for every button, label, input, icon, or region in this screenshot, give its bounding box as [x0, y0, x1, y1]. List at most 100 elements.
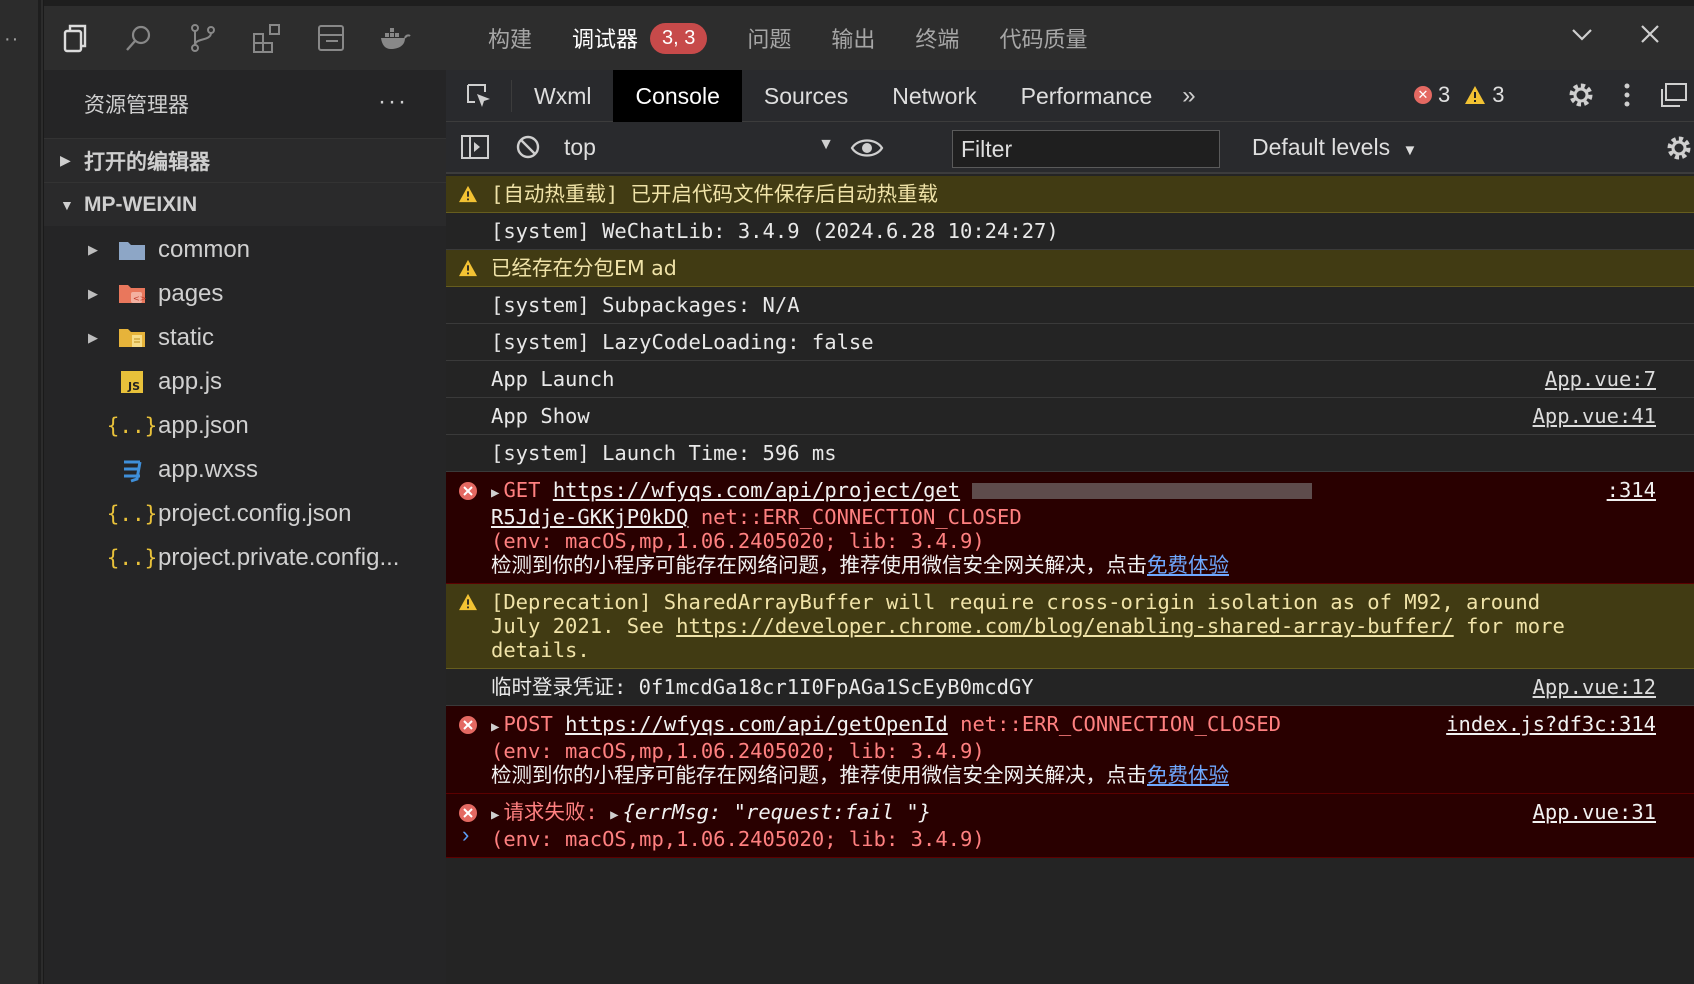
source-link[interactable]: App.vue:12	[1533, 675, 1656, 699]
undock-icon[interactable]	[1658, 80, 1688, 110]
expand-object-icon[interactable]: ▶	[610, 807, 618, 823]
gear-icon[interactable]	[1566, 80, 1596, 110]
tab-console[interactable]: Console	[613, 69, 742, 122]
source-control-icon[interactable]	[186, 21, 220, 55]
docker-icon[interactable]	[378, 21, 412, 55]
console-row: [system] LazyCodeLoading: false	[446, 324, 1694, 361]
console-row-error: ▶ POST https://wfyqs.com/api/getOpenId ne…	[446, 706, 1694, 794]
chevron-down-icon[interactable]	[1568, 20, 1596, 48]
tab-build[interactable]: 构建	[488, 22, 532, 54]
message-text: App Show	[491, 404, 590, 428]
search-icon[interactable]	[122, 21, 156, 55]
clear-console-icon[interactable]	[514, 133, 542, 161]
message-text: for more	[1453, 614, 1565, 638]
console-settings-gear-icon[interactable]	[1664, 133, 1694, 163]
source-link[interactable]: App.vue:31	[1533, 800, 1656, 824]
tree-item-static[interactable]: ▶ static	[44, 316, 446, 360]
explorer-sidebar: 资源管理器 ··· ▶ 打开的编辑器 ▼ MP-WEIXIN ▶ common …	[44, 70, 446, 984]
error-count: 3	[1438, 82, 1451, 107]
issue-counts[interactable]: ✕ 3 3	[1414, 82, 1505, 108]
tab-code-quality[interactable]: 代码质量	[999, 22, 1087, 54]
json-file-icon: {..}	[106, 414, 158, 438]
tab-network[interactable]: Network	[870, 70, 998, 122]
message-text: [自动热重载] 已开启代码文件保存后自动热重载	[491, 182, 939, 206]
source-link[interactable]: App.vue:7	[1545, 367, 1656, 391]
close-icon[interactable]	[1636, 20, 1664, 48]
console-row-warning: 已经存在分包EM ad	[446, 250, 1694, 287]
kebab-menu-icon[interactable]	[1622, 80, 1632, 110]
tree-item-app-json[interactable]: ▶ {..} app.json	[44, 404, 446, 448]
filter-input[interactable]	[952, 130, 1220, 168]
source-link[interactable]: :314	[1607, 478, 1656, 502]
explorer-more-button[interactable]: ···	[378, 88, 408, 116]
expand-arrow-icon[interactable]: ▶	[491, 719, 499, 735]
explorer-icon[interactable]	[58, 21, 92, 55]
tab-problems[interactable]: 问题	[747, 22, 791, 54]
file-tree: ▶ common ▶ <> pages ▶ static ▶ JS app.js…	[44, 226, 446, 580]
console-row: 临时登录凭证: 0f1mcdGa18cr1I0FpAGa1ScEyB0mcdGY…	[446, 669, 1694, 706]
error-icon: ✕	[1414, 86, 1432, 104]
tree-item-project-private-config[interactable]: ▶ {..} project.private.config...	[44, 536, 446, 580]
panel-tabs: 构建 调试器 3, 3 问题 输出 终端 代码质量	[460, 22, 1087, 54]
console-prompt[interactable]: ›	[462, 822, 469, 848]
tree-item-label: project.private.config...	[158, 544, 400, 571]
message-text: [system] LazyCodeLoading: false	[491, 330, 874, 354]
tree-item-app-js[interactable]: ▶ JS app.js	[44, 360, 446, 404]
more-tabs-button[interactable]: »	[1174, 82, 1195, 110]
console-row-error: ▶ GET https://wfyqs.com/api/project/get :…	[446, 472, 1694, 584]
console-row: App Launch App.vue:7	[446, 361, 1694, 398]
open-editors-section[interactable]: ▶ 打开的编辑器	[44, 138, 446, 182]
console-toolbar: top ▼ Default levels ▼	[446, 122, 1694, 174]
request-url-link[interactable]: https://wfyqs.com/api/getOpenId	[565, 712, 948, 736]
console-row: [system] Launch Time: 596 ms	[446, 435, 1694, 472]
tree-item-pages[interactable]: ▶ <> pages	[44, 272, 446, 316]
tree-item-label: app.json	[158, 412, 249, 439]
free-trial-link[interactable]: 免费体验	[1147, 763, 1229, 787]
project-section[interactable]: ▼ MP-WEIXIN	[44, 182, 446, 226]
tab-sources[interactable]: Sources	[742, 70, 870, 122]
sidebar-toggle-icon[interactable]	[460, 133, 490, 161]
console-row-error: ▶ 请求失败: ▶ {errMsg: "request:fail "} App.vu…	[446, 794, 1694, 858]
json-file-icon: {..}	[106, 546, 158, 570]
error-icon	[459, 804, 477, 822]
expand-arrow-icon[interactable]: ▶	[491, 485, 499, 501]
deprecation-link[interactable]: https://developer.chrome.com/blog/enabli…	[676, 614, 1454, 638]
request-url-link-continued[interactable]: R5Jdje-GKKjP0kDQ	[491, 505, 688, 529]
tab-wxml[interactable]: Wxml	[512, 70, 613, 122]
tree-item-project-config[interactable]: ▶ {..} project.config.json	[44, 492, 446, 536]
console-row: [system] WeChatLib: 3.4.9 (2024.6.28 10:…	[446, 213, 1694, 250]
warning-icon	[459, 185, 477, 203]
request-url-link[interactable]: https://wfyqs.com/api/project/get	[553, 478, 960, 502]
tree-item-app-wxss[interactable]: ▶ app.wxss	[44, 448, 446, 492]
explorer-header: 资源管理器 ···	[44, 70, 446, 138]
tab-terminal[interactable]: 终端	[915, 22, 959, 54]
activity-bar: ··	[0, 0, 44, 984]
eye-icon[interactable]	[850, 136, 884, 160]
tab-output[interactable]: 输出	[831, 22, 875, 54]
tool-icons	[44, 21, 460, 55]
console-row-warning: [自动热重载] 已开启代码文件保存后自动热重载	[446, 176, 1694, 213]
error-icon	[459, 482, 477, 500]
warning-icon	[459, 259, 477, 277]
context-selector[interactable]: top ▼	[564, 134, 834, 161]
layout-icon[interactable]	[314, 21, 348, 55]
tab-performance[interactable]: Performance	[999, 70, 1175, 122]
tab-debugger[interactable]: 调试器	[572, 22, 638, 54]
activity-edge	[38, 0, 41, 984]
inspect-element-icon[interactable]	[446, 79, 512, 112]
tree-item-common[interactable]: ▶ common	[44, 228, 446, 272]
console-row: App Show App.vue:41	[446, 398, 1694, 435]
activity-more[interactable]: ··	[4, 28, 19, 51]
source-link[interactable]: App.vue:41	[1533, 404, 1656, 428]
log-levels-dropdown[interactable]: Default levels ▼	[1252, 134, 1417, 161]
expand-arrow-icon[interactable]: ▶	[491, 807, 499, 823]
tree-item-label: static	[158, 324, 215, 351]
source-link[interactable]: index.js?df3c:314	[1446, 712, 1656, 736]
tree-item-label: common	[158, 236, 251, 263]
message-text: [system] Subpackages: N/A	[491, 293, 800, 317]
extensions-icon[interactable]	[250, 21, 284, 55]
free-trial-link[interactable]: 免费体验	[1147, 553, 1229, 577]
devtools-right-controls	[1566, 80, 1694, 110]
context-label: top	[564, 133, 596, 160]
devtools-panel: Wxml Console Sources Network Performance…	[446, 69, 1694, 984]
